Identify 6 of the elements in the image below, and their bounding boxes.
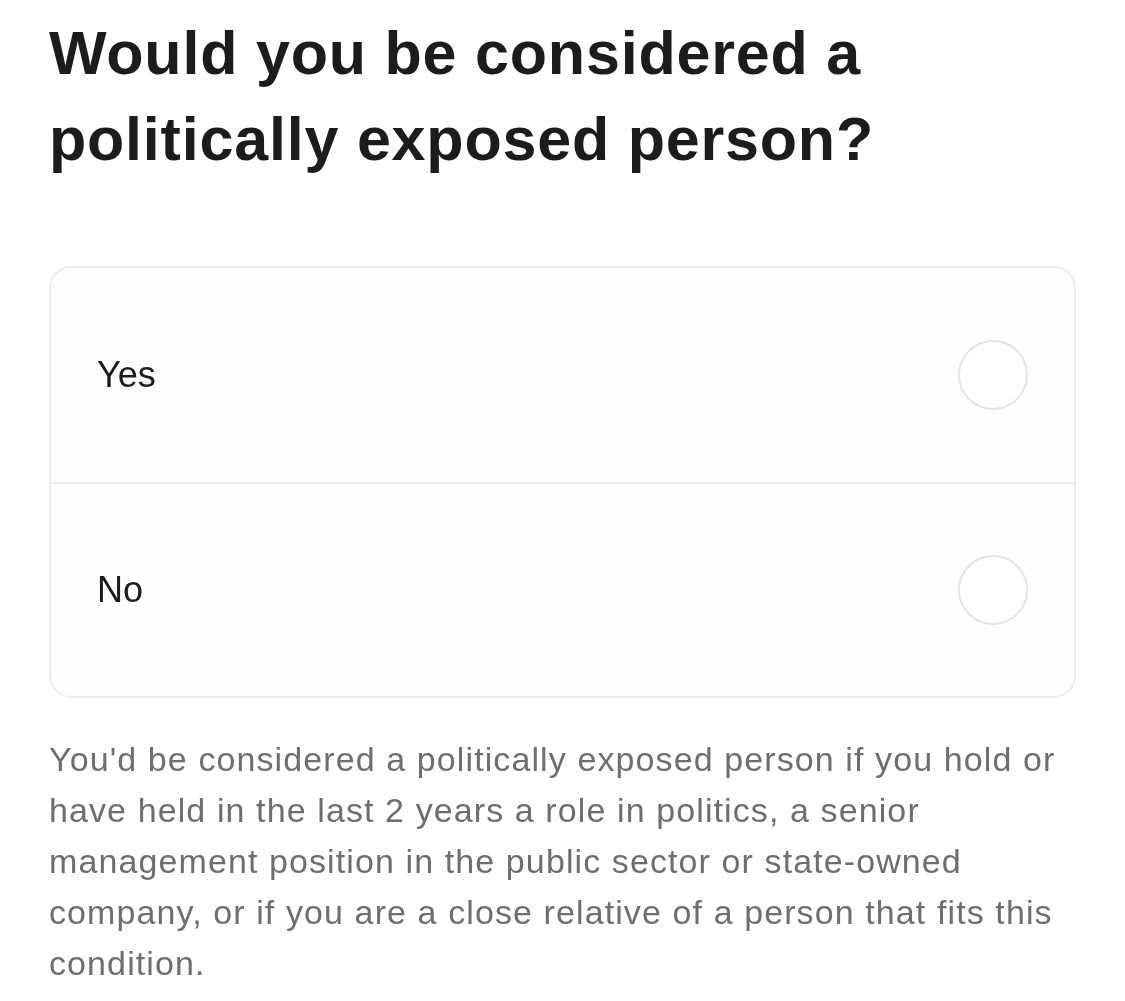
question-title: Would you be considered a politically exposed person? — [49, 18, 875, 175]
option-row[interactable]: No — [51, 482, 1074, 696]
option-row[interactable]: Yes — [51, 268, 1074, 482]
explanation-text: You'd be considered a politically exposed person if you hold or have held in the last 2 years a role in politics, a senior management position in the public sector or state-owned company, or if you are a close relative of a person that fits this condition. — [49, 739, 1057, 984]
option-label: Yes — [97, 354, 156, 396]
option-label: No — [97, 569, 144, 611]
